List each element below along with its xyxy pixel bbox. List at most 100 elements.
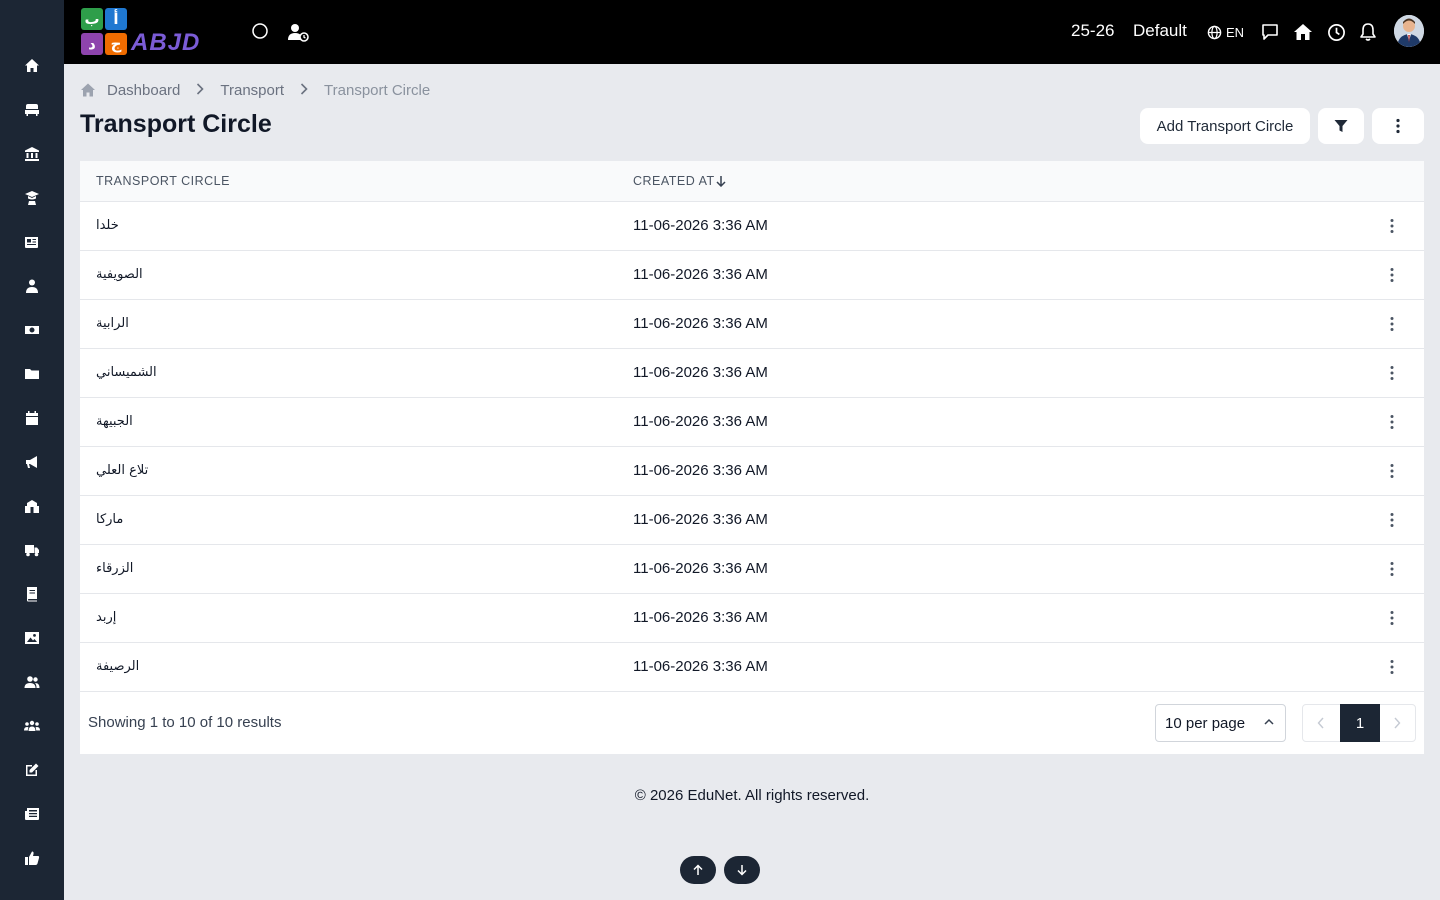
copyright-text: © 2026 EduNet. All rights reserved. [634, 787, 870, 804]
sidebar-item-users[interactable] [20, 670, 44, 694]
breadcrumb-transport[interactable]: Transport [220, 82, 284, 99]
academic-year[interactable]: 25-26 [1071, 21, 1114, 41]
table-row[interactable]: الشميساني 11-06-2026 3:36 AM [80, 349, 1424, 398]
home-icon[interactable] [1292, 21, 1314, 43]
logo-tile: ج [105, 33, 127, 55]
profile-selector[interactable]: Default [1133, 21, 1187, 41]
created-at-value: 11-06-2026 3:36 AM [633, 364, 768, 381]
row-actions-button[interactable] [1382, 608, 1402, 628]
sidebar-item-groups[interactable] [20, 714, 44, 738]
sidebar-item-rooms[interactable] [20, 98, 44, 122]
per-page-value: 10 per page [1165, 714, 1246, 732]
previous-page-button[interactable] [1303, 705, 1339, 741]
sidebar-item-transport[interactable] [20, 538, 44, 562]
created-at-value: 11-06-2026 3:36 AM [633, 511, 768, 528]
logo-tile: أ [105, 8, 127, 30]
row-actions-button[interactable] [1382, 510, 1402, 530]
column-header-created-at-label: CREATED AT [633, 174, 715, 188]
kebab-menu-icon [1390, 464, 1394, 478]
table-row[interactable]: خلدا 11-06-2026 3:36 AM [80, 202, 1424, 251]
kebab-menu-icon [1390, 219, 1394, 233]
table-row[interactable]: الجبيهة 11-06-2026 3:36 AM [80, 398, 1424, 447]
sidebar-item-teachers[interactable] [20, 274, 44, 298]
kebab-menu-icon [1390, 562, 1394, 576]
sidebar-item-gallery[interactable] [20, 626, 44, 650]
table-header: TRANSPORT CIRCLE CREATED AT [80, 161, 1424, 202]
table-row[interactable]: تلاع العلي 11-06-2026 3:36 AM [80, 447, 1424, 496]
language-switcher[interactable]: EN [1207, 22, 1244, 42]
row-actions-button[interactable] [1382, 314, 1402, 334]
logo-wordmark: ABJD [131, 29, 201, 56]
per-page-select[interactable]: 10 per page [1155, 704, 1286, 742]
table-row[interactable]: الرصيفة 11-06-2026 3:36 AM [80, 643, 1424, 692]
truck-icon [25, 545, 39, 557]
breadcrumb-current: Transport Circle [324, 81, 431, 99]
sidebar-item-edit[interactable] [20, 758, 44, 782]
breadcrumb-dashboard[interactable]: Dashboard [107, 82, 180, 99]
thumbs-up-icon [25, 851, 40, 865]
add-transport-circle-button[interactable]: Add Transport Circle [1140, 108, 1310, 144]
column-header-transport-circle[interactable]: TRANSPORT CIRCLE [96, 174, 230, 188]
logo-tile: ب [81, 8, 103, 30]
user-clock-icon[interactable] [287, 21, 309, 43]
money-icon [25, 326, 39, 334]
home-icon [25, 59, 39, 72]
row-actions-button[interactable] [1382, 412, 1402, 432]
sidebar-item-files[interactable] [20, 362, 44, 386]
created-at-value: 11-06-2026 3:36 AM [633, 609, 768, 626]
scroll-bottom-button[interactable] [724, 856, 760, 884]
avatar[interactable] [1394, 15, 1424, 47]
created-at-value: 11-06-2026 3:36 AM [633, 266, 768, 283]
more-actions-button[interactable] [1372, 108, 1424, 144]
megaphone-icon [26, 456, 37, 468]
topbar: ب أ د ج ABJD 25-26 Default EN [64, 0, 1440, 64]
created-at-value: 11-06-2026 3:36 AM [633, 315, 768, 332]
row-actions-button[interactable] [1382, 559, 1402, 579]
sidebar-item-feedback[interactable] [20, 846, 44, 870]
clock-icon[interactable] [1325, 21, 1347, 43]
column-header-created-at[interactable]: CREATED AT [633, 174, 726, 188]
scroll-top-button[interactable] [680, 856, 716, 884]
table-row[interactable]: ماركا 11-06-2026 3:36 AM [80, 496, 1424, 545]
sofa-icon [25, 104, 39, 116]
globe-icon [1207, 25, 1222, 39]
created-at-value: 11-06-2026 3:36 AM [633, 462, 768, 479]
created-at-value: 11-06-2026 3:36 AM [633, 413, 768, 430]
chat-icon[interactable] [1260, 22, 1280, 42]
language-label: EN [1226, 24, 1245, 40]
chevron-right-icon [1394, 717, 1401, 729]
row-actions-button[interactable] [1382, 216, 1402, 236]
sidebar-item-calendar[interactable] [20, 406, 44, 430]
sidebar-item-institution[interactable] [20, 142, 44, 166]
sidebar-item-students[interactable] [20, 186, 44, 210]
sidebar-item-announcements[interactable] [20, 450, 44, 474]
bell-icon[interactable] [1358, 21, 1378, 43]
row-actions-button[interactable] [1382, 657, 1402, 677]
page-button-current[interactable]: 1 [1340, 704, 1380, 742]
sidebar-item-news[interactable] [20, 230, 44, 254]
loading-circle-icon[interactable] [250, 21, 270, 41]
kebab-menu-icon [1390, 660, 1394, 674]
transport-circle-table: TRANSPORT CIRCLE CREATED AT خلدا 11-06-20… [80, 161, 1424, 754]
table-row[interactable]: إربد 11-06-2026 3:36 AM [80, 594, 1424, 643]
table-row[interactable]: الرابية 11-06-2026 3:36 AM [80, 300, 1424, 349]
sidebar-item-home[interactable] [20, 54, 44, 78]
app-logo[interactable]: ب أ د ج ABJD [81, 8, 225, 56]
table-row[interactable]: الزرقاء 11-06-2026 3:36 AM [80, 545, 1424, 594]
sort-arrow-down-icon [716, 176, 726, 187]
chevron-right-icon [300, 82, 308, 99]
next-page-button[interactable] [1379, 705, 1415, 741]
home-icon[interactable] [80, 82, 96, 98]
sidebar-item-school[interactable] [20, 494, 44, 518]
row-actions-button[interactable] [1382, 265, 1402, 285]
sidebar-item-library[interactable] [20, 582, 44, 606]
sidebar-item-finance[interactable] [20, 318, 44, 342]
kebab-menu-icon [1390, 513, 1394, 527]
row-actions-button[interactable] [1382, 363, 1402, 383]
sidebar-item-articles[interactable] [20, 802, 44, 826]
school-icon [25, 500, 39, 513]
transport-circle-name: الزرقاء [96, 561, 134, 576]
table-row[interactable]: الصويفية 11-06-2026 3:36 AM [80, 251, 1424, 300]
row-actions-button[interactable] [1382, 461, 1402, 481]
filter-button[interactable] [1318, 108, 1364, 144]
